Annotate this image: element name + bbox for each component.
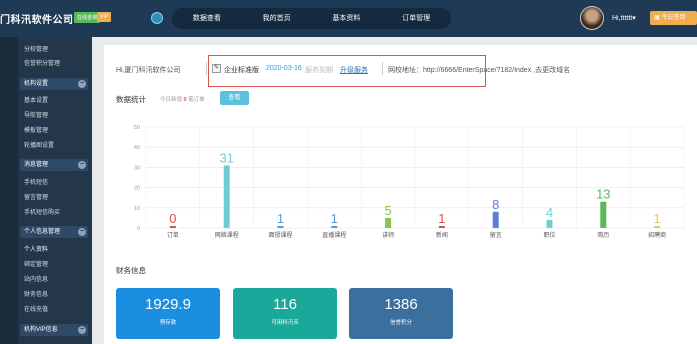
sidebar-item-carousel[interactable]: 轮播图设置 (24, 140, 54, 149)
deposit-label: 预存款 (159, 320, 177, 326)
sidebar-item-sms-buy[interactable]: 手机短信购买 (24, 207, 60, 216)
query-button[interactable]: 查看 (220, 91, 249, 105)
y-tick-label: 10 (134, 206, 140, 212)
signin-label: 今日签到 (661, 15, 686, 21)
coin-label: 可用科汛币 (271, 320, 299, 326)
signin-button[interactable]: ▦ 今日签到 (650, 11, 697, 25)
sidebar-item-credit[interactable]: 信誉积分管理 (24, 58, 60, 67)
nav-basic-info[interactable]: 基本资料 (312, 8, 382, 29)
user-menu[interactable]: Hi,tttttt▾ (612, 14, 636, 22)
y-tick-label: 30 (134, 165, 140, 171)
sidebar-item-nav[interactable]: 导航管理 (24, 110, 48, 119)
stats-today-prefix: 今日新增 (160, 97, 183, 103)
bar-value-label: 13 (596, 187, 610, 202)
stats-today-suffix: 笔订单 (188, 97, 205, 103)
sidebar-item-basic[interactable]: 基本设置 (24, 95, 48, 104)
coin-card[interactable]: 116 可用科汛币 (233, 288, 337, 339)
x-tick-label: 职位 (543, 231, 555, 239)
nav-orders[interactable]: 订单管理 (381, 8, 451, 29)
nav-data-view[interactable]: 数据查看 (172, 8, 242, 29)
sidebar-item-template[interactable]: 模板管理 (24, 125, 48, 134)
collapse-icon[interactable]: − (78, 326, 86, 334)
deposit-card[interactable]: 1929.9 预存款 (116, 288, 220, 339)
bar-value-label: 1 (277, 211, 284, 226)
bar-value-label: 8 (492, 197, 499, 212)
bar (546, 219, 553, 228)
sidebar-group-label: 机构设置 (24, 81, 49, 87)
divider (206, 62, 207, 75)
globe-icon[interactable] (151, 12, 163, 24)
stats-bar-chart: 0 10 20 30 40 50 0 订单 31 网络课程 1 面授课程 1 直播课程 5 讲师 1 新闻 8 留言 4… (134, 125, 685, 239)
bar (492, 211, 499, 228)
sidebar-item-branch[interactable]: 分校管理 (24, 44, 48, 53)
top-bar: 门科汛软件公司 在线咨询 VIP 数据查看 我的首页 基本资料 订单管理 Hi,… (0, 0, 697, 37)
x-tick-label: 招聘商 (648, 231, 666, 239)
x-tick-label: 订单 (167, 231, 179, 239)
app-logo: 门科汛软件公司 (0, 15, 74, 26)
sidebar-item-recharge[interactable]: 在线充值 (24, 304, 48, 313)
stats-today-num: 0 (183, 97, 187, 103)
bar-value-label: 5 (384, 203, 391, 218)
deposit-value: 1929.9 (145, 296, 191, 313)
avatar[interactable] (580, 6, 604, 30)
x-tick-label: 直播课程 (322, 231, 346, 239)
sidebar-group-org[interactable]: 机构设置 − (20, 78, 88, 90)
bar (438, 225, 445, 228)
vip-badge: VIP (97, 12, 112, 22)
main-panel: Hi,厦门科汛软件公司 ✎ 企业标准版 2020-03-16 服务到期 升级服务… (104, 45, 697, 344)
bar-value-label: 4 (546, 205, 553, 220)
bar-value-label: 31 (219, 150, 233, 165)
x-tick-label: 留言 (490, 231, 502, 239)
bar-value-label: 1 (331, 211, 338, 226)
bar-value-label: 1 (438, 211, 445, 226)
sidebar-item-guestbook[interactable]: 留言管理 (24, 192, 48, 201)
bar (654, 225, 661, 228)
sidebar-group-personal[interactable]: 个人信息管理 − (20, 226, 88, 238)
credit-card[interactable]: 1386 信誉积分 (349, 288, 453, 339)
collapse-icon[interactable]: − (78, 80, 86, 88)
credit-value: 1386 (384, 296, 418, 313)
sidebar-group-label: 个人信息管理 (24, 229, 61, 235)
bar (169, 226, 176, 228)
bar (331, 225, 338, 228)
sidebar: 分校管理 信誉积分管理 机构设置 − 基本设置 导航管理 模板管理 轮播图设置 消… (0, 37, 92, 344)
credit-label: 信誉积分 (389, 320, 412, 326)
sidebar-group-label: 机构VIP信息 (24, 327, 58, 333)
y-tick-label: 40 (134, 145, 140, 151)
bar (600, 201, 607, 228)
finance-title: 财务信息 (116, 266, 146, 275)
x-tick-label: 新闻 (436, 231, 448, 239)
y-tick-label: 0 (137, 226, 140, 232)
x-tick-label: 面授课程 (268, 231, 292, 239)
bar (277, 225, 284, 228)
sidebar-item-profile[interactable]: 个人资料 (24, 244, 48, 253)
y-tick-label: 50 (134, 125, 140, 131)
sidebar-group-vip[interactable]: 机构VIP信息 − (20, 324, 88, 336)
nav-my-home[interactable]: 我的首页 (242, 8, 312, 29)
x-tick-label: 网络课程 (215, 231, 239, 239)
highlight-box (208, 55, 486, 87)
bar (385, 217, 392, 228)
bar (223, 165, 230, 228)
company-greeting: Hi,厦门科汛软件公司 (116, 67, 181, 74)
sidebar-item-sms[interactable]: 手机短信 (24, 177, 48, 186)
bar-value-label: 1 (653, 211, 660, 226)
sidebar-icon-strip (0, 37, 18, 344)
stats-title: 数据统计 (116, 95, 146, 104)
main-nav: 数据查看 我的首页 基本资料 订单管理 (172, 8, 451, 29)
x-tick-label: 简历 (597, 231, 609, 239)
sidebar-group-label: 消息管理 (24, 162, 49, 168)
stats-today: 今日新增 0 笔订单 (160, 95, 205, 103)
coin-value: 116 (273, 296, 297, 313)
sidebar-item-finance[interactable]: 财务信息 (24, 289, 48, 298)
sidebar-group-message[interactable]: 消息管理 − (20, 159, 88, 171)
sidebar-item-binding[interactable]: 绑定管理 (24, 259, 48, 268)
bar-value-label: 0 (169, 211, 176, 226)
collapse-icon[interactable]: − (78, 228, 86, 236)
y-tick-label: 20 (134, 186, 140, 192)
x-tick-label: 讲师 (382, 231, 394, 239)
collapse-icon[interactable]: − (78, 161, 86, 169)
sidebar-item-inbox[interactable]: 站内信息 (24, 274, 48, 283)
